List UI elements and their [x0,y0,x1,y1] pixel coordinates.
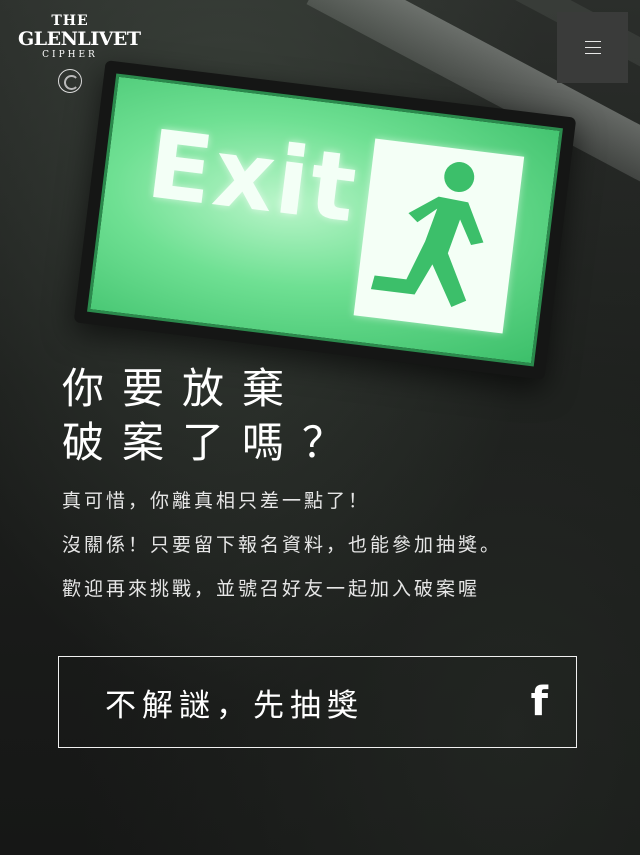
body-line-1: 真可惜，你離真相只差一點了！ [62,490,371,512]
body-line-2: 沒關係！只要留下報名資料，也能參加抽獎。 [62,534,503,556]
logo-line-brand: GLENLIVET [18,28,141,50]
emblem-icon [58,69,82,93]
headline-line-2: 破案了嗎？ [62,418,363,467]
headline-line-1: 你要放棄 [62,364,303,413]
headline: 你要放棄 破案了嗎？ [62,362,482,470]
exit-sign: Exit [73,60,577,380]
logo-line-the: THE [51,13,89,29]
exit-sign-text: Exit [141,110,364,245]
facebook-icon: f [530,679,548,725]
body-text: 真可惜，你離真相只差一點了！ 沒關係！只要留下報名資料，也能參加抽獎。 歡迎再來… [62,490,622,622]
exit-door [353,138,525,334]
logo-line-cipher: CIPHER [42,50,98,60]
draw-lottery-label: 不解謎，先抽獎 [105,687,364,724]
hamburger-icon [584,40,601,55]
menu-button[interactable] [557,12,628,83]
draw-lottery-button[interactable]: 不解謎，先抽獎 f [58,656,577,748]
running-man-icon [370,162,484,308]
body-line-3: 歡迎再來挑戰，並號召好友一起加入破案喔 [62,578,481,600]
